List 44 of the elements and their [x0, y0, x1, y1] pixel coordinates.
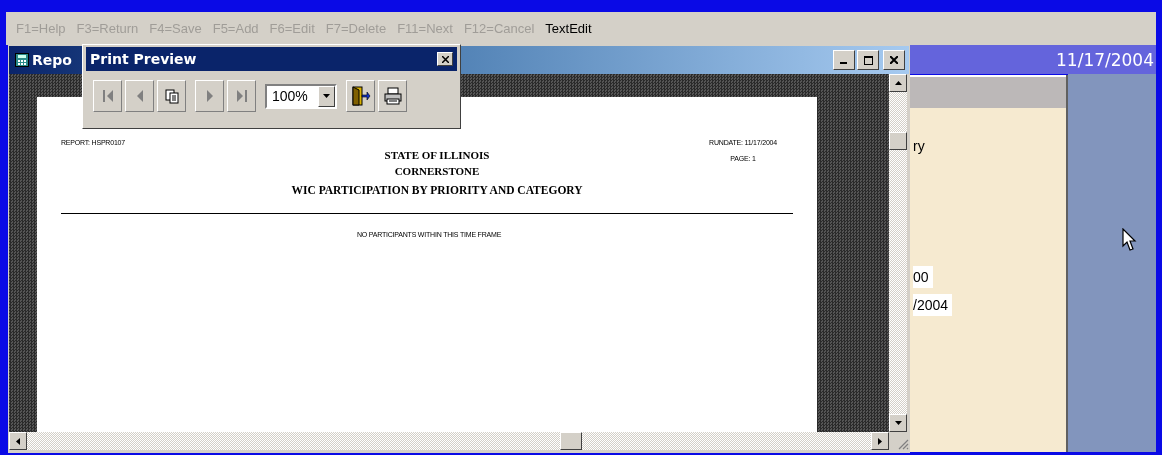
date-text: 11/17/2004: [1056, 49, 1154, 70]
printer-icon: [383, 87, 402, 105]
previous-page-icon: [135, 89, 144, 103]
scroll-up-button[interactable]: [889, 74, 907, 92]
next-page-icon: [205, 89, 214, 103]
door-arrow-button[interactable]: [346, 80, 375, 112]
down-arrow-icon: [894, 421, 902, 425]
first-page-icon: [101, 89, 114, 103]
close-button[interactable]: [883, 50, 905, 70]
door-arrow-icon: [350, 86, 371, 106]
text-field[interactable]: /2004: [913, 294, 953, 316]
up-arrow-icon: [894, 81, 902, 85]
minimize-button[interactable]: [833, 50, 855, 70]
scroll-down-button[interactable]: [889, 414, 907, 432]
printer-button[interactable]: [378, 80, 407, 112]
maximize-icon: [863, 55, 873, 65]
window-title: Repo: [32, 52, 72, 68]
report-title: WIC PARTICIPATION BY PRIORITY AND CATEGORY: [291, 183, 583, 198]
close-icon: [441, 55, 449, 63]
horizontal-scrollbar[interactable]: [9, 432, 889, 450]
text-field[interactable]: 00: [913, 266, 933, 288]
scroll-left-button[interactable]: [9, 432, 27, 450]
left-arrow-icon: [16, 437, 20, 445]
menu-item[interactable]: TextEdit: [545, 21, 592, 36]
right-arrow-icon: [878, 437, 882, 445]
pages-button[interactable]: [157, 80, 186, 112]
close-button[interactable]: [437, 52, 453, 66]
report-title: STATE OF ILLINOIS: [384, 148, 490, 163]
calculator-icon: [15, 53, 29, 67]
window-title: Print Preview: [90, 51, 197, 67]
scroll-right-button[interactable]: [871, 432, 889, 450]
close-icon: [890, 56, 898, 64]
scroll-thumb[interactable]: [889, 132, 907, 150]
zoom-dropdown[interactable]: 100%: [265, 83, 337, 109]
vertical-scrollbar[interactable]: [889, 74, 907, 432]
mouse-pointer-icon: [1122, 228, 1138, 252]
scroll-thumb[interactable]: [560, 432, 583, 450]
dropdown-arrow-icon: [323, 94, 330, 98]
resize-grip-icon: [897, 438, 909, 450]
last-page-icon: [235, 89, 248, 103]
report-title: CORNERSTONE: [394, 164, 480, 179]
maximize-button[interactable]: [857, 50, 879, 70]
pages-icon: [164, 88, 179, 104]
label-text: ry: [913, 138, 925, 154]
